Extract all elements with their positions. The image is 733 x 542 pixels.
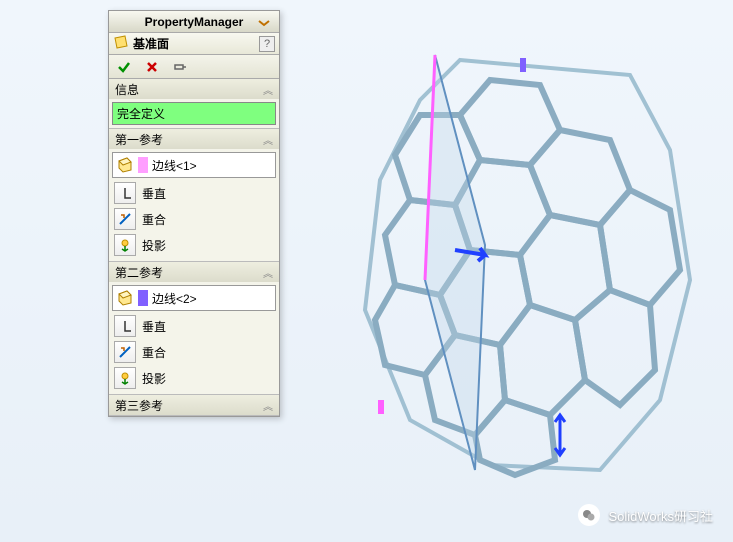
feature-title-bar: 基准面 ? (109, 33, 279, 55)
perpendicular-label: 垂直 (142, 185, 166, 202)
first-reference-edge-label: 边线<1> (152, 157, 197, 174)
second-reference-edge-label: 边线<2> (152, 290, 197, 307)
collapse-icon: ︽ (263, 132, 273, 147)
second-reference-title: 第二参考 (115, 264, 163, 281)
info-section: 信息 ︽ 完全定义 (109, 79, 279, 129)
help-button[interactable]: ? (259, 36, 275, 52)
project-option[interactable]: 投影 (112, 232, 276, 258)
first-reference-section: 第一参考 ︽ 边线<1> 垂直 重合 (109, 129, 279, 262)
watermark: SolidWorks研习社 (578, 504, 713, 526)
third-reference-header[interactable]: 第三参考 ︽ (109, 395, 279, 415)
project-icon (114, 234, 136, 256)
info-section-title: 信息 (115, 81, 139, 98)
project-label: 投影 (142, 237, 166, 254)
second-reference-section: 第二参考 ︽ 边线<2> 垂直 重合 (109, 262, 279, 395)
first-reference-header[interactable]: 第一参考 ︽ (109, 129, 279, 149)
coincident-label: 重合 (142, 211, 166, 228)
plane-icon (113, 34, 129, 53)
coincident-option-2[interactable]: 重合 (112, 339, 276, 365)
coincident-label-2: 重合 (142, 344, 166, 361)
perpendicular-option-2[interactable]: 垂直 (112, 313, 276, 339)
project-label-2: 投影 (142, 370, 166, 387)
perpendicular-label-2: 垂直 (142, 318, 166, 335)
ok-button[interactable] (113, 56, 135, 78)
action-bar (109, 55, 279, 79)
project-icon (114, 367, 136, 389)
collapse-icon: ︽ (263, 82, 273, 97)
direction-arrow-2 (555, 415, 565, 455)
perpendicular-option[interactable]: 垂直 (112, 180, 276, 206)
watermark-text: SolidWorks研习社 (608, 506, 713, 525)
property-manager-panel: PropertyManager 基准面 ? 信息 ︽ 完全定义 (108, 10, 280, 417)
perpendicular-icon (114, 182, 136, 204)
status-field: 完全定义 (112, 102, 276, 125)
second-reference-header[interactable]: 第二参考 ︽ (109, 262, 279, 282)
wechat-icon (578, 504, 600, 526)
pink-color-swatch (138, 157, 148, 173)
coincident-option[interactable]: 重合 (112, 206, 276, 232)
collapse-icon: ︽ (263, 398, 273, 413)
panel-header: PropertyManager (109, 11, 279, 33)
panel-arrow-icon[interactable] (253, 11, 275, 33)
face-icon (116, 155, 134, 176)
panel-title: PropertyManager (145, 15, 244, 29)
third-reference-title: 第三参考 (115, 397, 163, 414)
third-reference-section: 第三参考 ︽ (109, 395, 279, 416)
info-section-header[interactable]: 信息 ︽ (109, 79, 279, 99)
pushpin-button[interactable] (169, 56, 191, 78)
project-option-2[interactable]: 投影 (112, 365, 276, 391)
feature-name: 基准面 (133, 35, 255, 52)
second-reference-selection[interactable]: 边线<2> (112, 285, 276, 311)
cancel-button[interactable] (141, 56, 163, 78)
purple-color-swatch (138, 290, 148, 306)
coincident-icon (114, 208, 136, 230)
first-reference-selection[interactable]: 边线<1> (112, 152, 276, 178)
collapse-icon: ︽ (263, 265, 273, 280)
face-icon (116, 288, 134, 309)
perpendicular-icon (114, 315, 136, 337)
coincident-icon (114, 341, 136, 363)
first-reference-title: 第一参考 (115, 131, 163, 148)
model-geometry (290, 0, 733, 520)
